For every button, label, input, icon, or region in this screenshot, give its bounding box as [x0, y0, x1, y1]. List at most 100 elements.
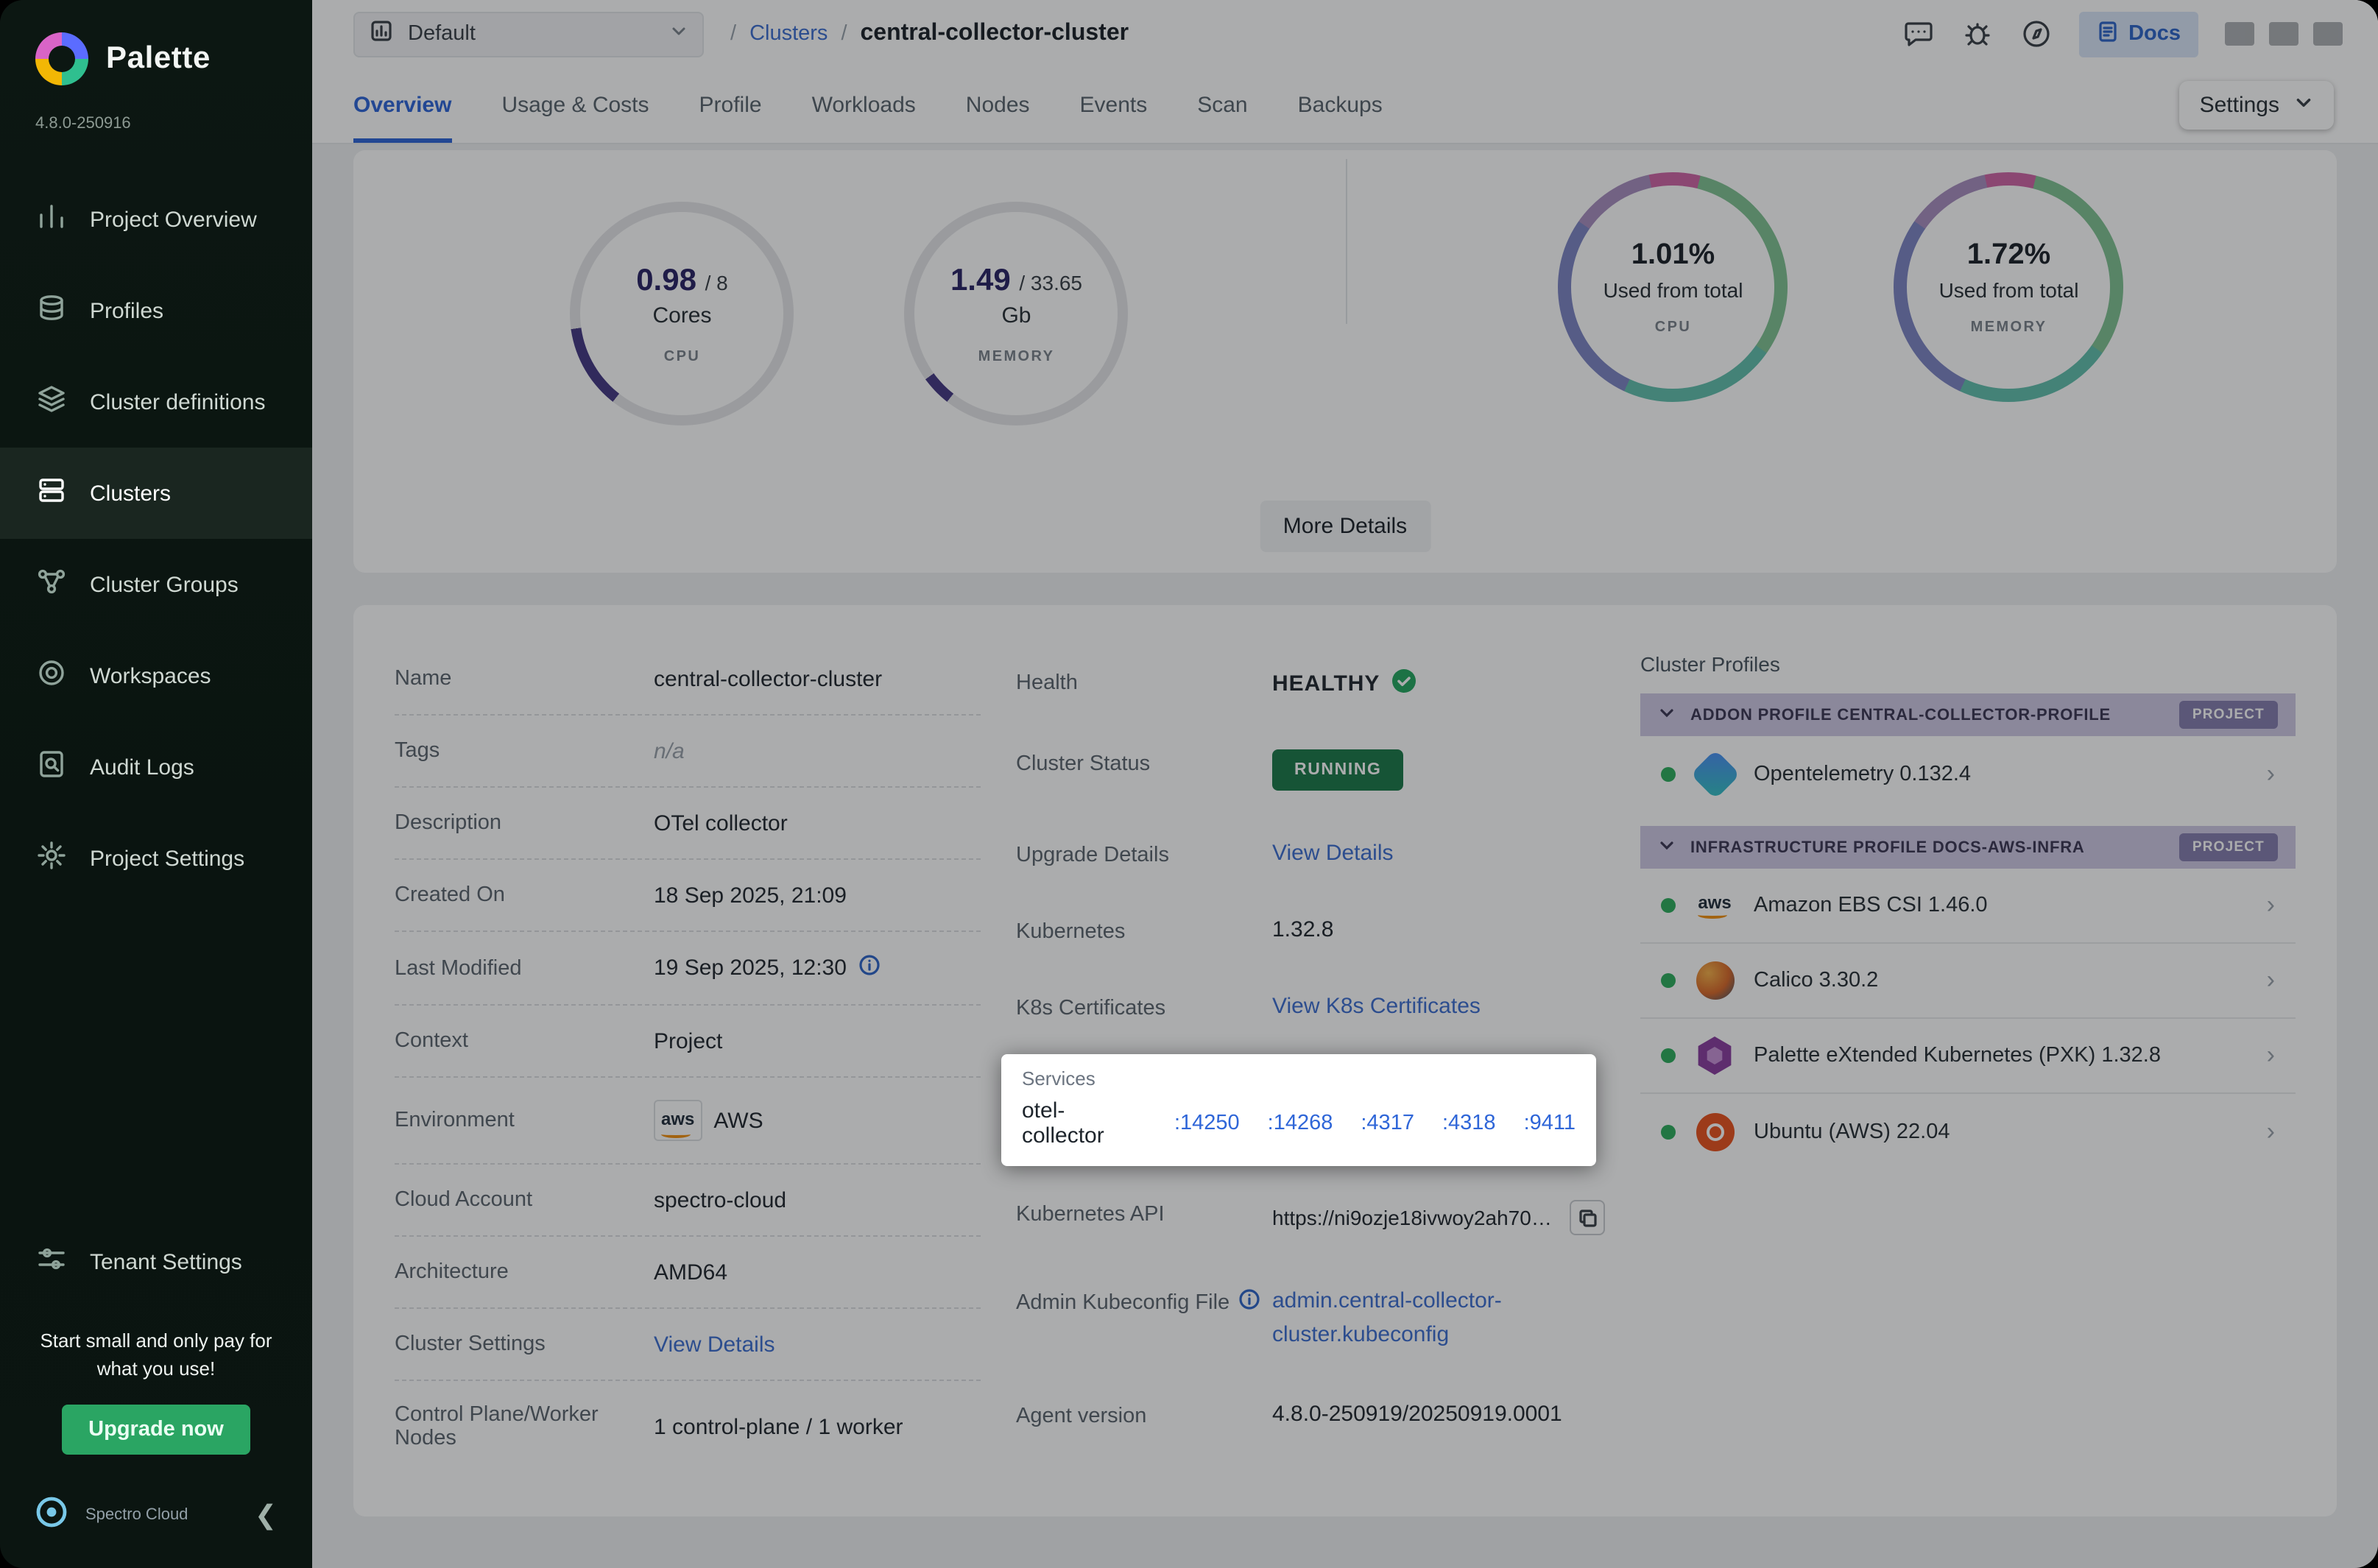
cluster-details-card: Namecentral-collector-cluster Tagsn/a De…: [353, 605, 2337, 1516]
detail-row: Admin Kubeconfig File admin.central-coll…: [1016, 1260, 1605, 1377]
detail-row: Cloud Accountspectro-cloud: [395, 1165, 981, 1237]
service-port-link[interactable]: :14250: [1174, 1112, 1240, 1135]
top-bar: Default / Clusters / central-collector-c…: [312, 0, 2378, 68]
infra-profile-header[interactable]: INFRASTRUCTURE PROFILE DOCS-AWS-INFRA PR…: [1640, 826, 2296, 869]
project-selector[interactable]: Default: [353, 11, 704, 57]
memory-gauge-label: MEMORY: [978, 348, 1055, 364]
detail-row: Cluster SettingsView Details: [395, 1309, 981, 1381]
sidebar-item-label: Profiles: [90, 298, 163, 323]
sidebar-item-audit-logs[interactable]: Audit Logs: [0, 721, 312, 813]
sidebar-item-profiles[interactable]: Profiles: [0, 265, 312, 356]
breadcrumb-clusters-link[interactable]: Clusters: [749, 22, 828, 46]
service-port-link[interactable]: :4317: [1361, 1112, 1414, 1135]
tab-nodes[interactable]: Nodes: [966, 68, 1030, 143]
help-compass-icon[interactable]: [2019, 18, 2052, 50]
copy-icon[interactable]: [1570, 1200, 1605, 1235]
cpu-unit: Cores: [652, 303, 711, 328]
context-value: Project: [654, 1028, 722, 1053]
sidebar-item-workspaces[interactable]: Workspaces: [0, 630, 312, 721]
sidebar-item-label: Cluster Groups: [90, 572, 239, 597]
server-list-icon: [35, 474, 68, 512]
service-port-link[interactable]: :14268: [1268, 1112, 1333, 1135]
sidebar-item-cluster-groups[interactable]: Cluster Groups: [0, 539, 312, 630]
info-icon[interactable]: [858, 954, 881, 982]
tab-backups[interactable]: Backups: [1298, 68, 1383, 143]
addon-profile-group: ADDON PROFILE CENTRAL-COLLECTOR-PROFILE …: [1640, 693, 2296, 811]
cpu-total-value: / 8: [705, 270, 728, 294]
k8s-certificates-link[interactable]: View K8s Certificates: [1272, 994, 1481, 1019]
sidebar-item-label: Cluster definitions: [90, 389, 265, 414]
tab-overview[interactable]: Overview: [353, 68, 451, 143]
cpu-usage-gauge: 0.98 / 8 Cores CPU: [571, 202, 794, 425]
memory-used-value: 1.49: [950, 263, 1011, 297]
collapse-sidebar-icon[interactable]: ❮: [255, 1500, 286, 1531]
chevron-right-icon: ›: [2267, 759, 2275, 788]
details-middle-column: Health HEALTHY Cluster Status RUNNING Up…: [1016, 643, 1605, 1472]
info-icon[interactable]: [1238, 1288, 1260, 1316]
main-area: Default / Clusters / central-collector-c…: [312, 0, 2378, 1568]
spectro-cloud-logo-icon: [32, 1493, 71, 1539]
memory-usage-gauge: 1.49 / 33.65 Gb MEMORY: [905, 202, 1129, 425]
detail-row: Health HEALTHY: [1016, 643, 1605, 724]
cpu-percent: 1.01%: [1631, 239, 1715, 272]
cluster-settings-link[interactable]: View Details: [654, 1332, 775, 1357]
cluster-status-badge[interactable]: RUNNING: [1272, 749, 1404, 791]
sliders-icon: [35, 1243, 68, 1282]
app-window: Palette 4.8.0-250916 Project Overview Pr…: [0, 0, 2378, 1568]
project-badge: PROJECT: [2179, 833, 2278, 861]
sidebar-item-tenant-settings[interactable]: Tenant Settings: [0, 1217, 312, 1308]
description-value: OTel collector: [654, 811, 788, 836]
profile-layer-pxk[interactable]: Palette eXtended Kubernetes (PXK) 1.32.8…: [1640, 1019, 2296, 1094]
service-port-link[interactable]: :9411: [1524, 1112, 1576, 1135]
upgrade-now-button[interactable]: Upgrade now: [62, 1405, 250, 1455]
upgrade-details-link[interactable]: View Details: [1272, 841, 1394, 866]
service-port-link[interactable]: :4318: [1442, 1112, 1496, 1135]
detail-row: DescriptionOTel collector: [395, 788, 981, 860]
profile-layer-ebs-csi[interactable]: aws Amazon EBS CSI 1.46.0 ›: [1640, 869, 2296, 944]
chevron-down-icon: [1658, 702, 1676, 728]
tab-events[interactable]: Events: [1080, 68, 1148, 143]
sidebar-item-project-settings[interactable]: Project Settings: [0, 813, 312, 904]
detail-row: Kubernetes API https://ni9ozje18ivwoy2ah…: [1016, 1175, 1605, 1260]
ubuntu-icon: [1695, 1112, 1735, 1151]
profile-layer-calico[interactable]: Calico 3.30.2 ›: [1640, 944, 2296, 1019]
content: 0.98 / 8 Cores CPU 1.49 / 33.65 Gb MEMOR…: [312, 144, 2378, 1568]
detail-row: Namecentral-collector-cluster: [395, 643, 981, 716]
profile-layer-ubuntu[interactable]: Ubuntu (AWS) 22.04 ›: [1640, 1094, 2296, 1169]
upgrade-promo-text: Start small and only pay for what you us…: [0, 1308, 312, 1384]
sidebar-item-label: Clusters: [90, 481, 171, 506]
tab-profile[interactable]: Profile: [699, 68, 762, 143]
health-status: HEALTHY: [1272, 671, 1380, 696]
tab-scan[interactable]: Scan: [1197, 68, 1247, 143]
status-dot: [1661, 1124, 1676, 1139]
card-divider: [1345, 159, 1347, 324]
bug-icon[interactable]: [1961, 18, 1993, 50]
settings-button[interactable]: Settings: [2179, 81, 2334, 130]
aws-logo-icon: aws: [654, 1100, 702, 1141]
sidebar-item-clusters[interactable]: Clusters: [0, 448, 312, 539]
chevron-right-icon: ›: [2267, 966, 2275, 995]
more-details-button[interactable]: More Details: [1260, 501, 1430, 552]
addon-profile-header[interactable]: ADDON PROFILE CENTRAL-COLLECTOR-PROFILE …: [1640, 693, 2296, 736]
services-spotlight-card: Services otel-collector :14250 :14268 :4…: [1001, 1054, 1596, 1166]
opentelemetry-icon: [1695, 754, 1735, 794]
status-dot: [1661, 766, 1676, 781]
brand-logo-row[interactable]: Palette: [0, 0, 312, 94]
doc-icon: [2096, 20, 2118, 48]
cpu-gauge-label: CPU: [664, 348, 700, 364]
sidebar-item-project-overview[interactable]: Project Overview: [0, 174, 312, 265]
tab-usage-costs[interactable]: Usage & Costs: [501, 68, 649, 143]
bar-chart-icon: [35, 200, 68, 239]
cloud-account-value: spectro-cloud: [654, 1187, 786, 1212]
chat-icon[interactable]: [1902, 18, 1934, 50]
toolbar-extra-icons[interactable]: [2225, 22, 2343, 46]
cpu-used-value: 0.98: [636, 263, 696, 297]
tab-workloads[interactable]: Workloads: [812, 68, 916, 143]
sidebar-item-cluster-definitions[interactable]: Cluster definitions: [0, 356, 312, 448]
topbar-actions: Docs: [1902, 11, 2343, 57]
environment-value: AWS: [713, 1108, 763, 1133]
breadcrumb: / Clusters / central-collector-cluster: [730, 21, 1129, 47]
docs-button[interactable]: Docs: [2078, 11, 2198, 57]
profile-layer-opentelemetry[interactable]: Opentelemetry 0.132.4 ›: [1640, 736, 2296, 811]
kubeconfig-download-link[interactable]: admin.central-collector-cluster.kubeconf…: [1272, 1285, 1537, 1352]
